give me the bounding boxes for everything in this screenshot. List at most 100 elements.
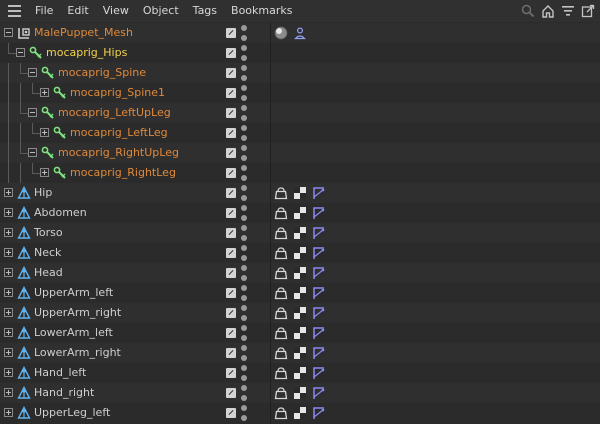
object-name[interactable]: mocaprig_RightUpLeg — [58, 143, 179, 163]
layer-toggle-icon[interactable] — [226, 328, 236, 338]
layer-toggle-icon[interactable] — [226, 268, 236, 278]
tree-row-name-area[interactable]: mocaprig_RightUpLeg — [0, 143, 270, 163]
layer-toggle-icon[interactable] — [226, 68, 236, 78]
tree-row-name-area[interactable]: Head — [0, 263, 270, 283]
collapse-minus-icon[interactable] — [28, 108, 37, 117]
ik-tag-icon[interactable] — [312, 406, 326, 420]
expand-plus-icon[interactable] — [4, 388, 13, 397]
expand-plus-icon[interactable] — [4, 368, 13, 377]
layer-toggle-icon[interactable] — [226, 28, 236, 38]
ik-tag-icon[interactable] — [312, 186, 326, 200]
tree-row-name-area[interactable]: mocaprig_RightLeg — [0, 163, 270, 183]
tree-row-name-area[interactable]: UpperArm_right — [0, 303, 270, 323]
object-name[interactable]: mocaprig_Spine1 — [70, 83, 165, 103]
tree-row-name-area[interactable]: UpperLeg_left — [0, 403, 270, 423]
expand-plus-icon[interactable] — [4, 348, 13, 357]
ik-tag-icon[interactable] — [312, 286, 326, 300]
tree-row[interactable]: Neck — [0, 243, 600, 263]
visibility-dots-icon[interactable] — [241, 165, 247, 181]
checker-tag-icon[interactable] — [293, 206, 307, 220]
object-name[interactable]: Head — [34, 263, 63, 283]
visibility-dots-icon[interactable] — [241, 25, 247, 41]
visibility-dots-icon[interactable] — [241, 285, 247, 301]
tree-row-name-area[interactable]: Hand_left — [0, 363, 270, 383]
ik-tag-icon[interactable] — [312, 206, 326, 220]
checker-tag-icon[interactable] — [293, 386, 307, 400]
expand-plus-icon[interactable] — [4, 328, 13, 337]
tree-row[interactable]: MalePuppet_Mesh — [0, 23, 600, 43]
weight-tag-icon[interactable] — [274, 366, 288, 380]
object-name[interactable]: Hip — [34, 183, 52, 203]
object-name[interactable]: LowerArm_left — [34, 323, 113, 343]
checker-tag-icon[interactable] — [293, 286, 307, 300]
tree-row-name-area[interactable]: UpperArm_left — [0, 283, 270, 303]
object-name[interactable]: Abdomen — [34, 203, 87, 223]
visibility-dots-icon[interactable] — [241, 105, 247, 121]
tree-row[interactable]: Torso — [0, 223, 600, 243]
object-name[interactable]: LowerArm_right — [34, 343, 121, 363]
tree-row-name-area[interactable]: mocaprig_LeftUpLeg — [0, 103, 270, 123]
expand-plus-icon[interactable] — [4, 248, 13, 257]
new-window-icon[interactable] — [580, 3, 596, 19]
material-ball-icon[interactable] — [274, 26, 288, 40]
checker-tag-icon[interactable] — [293, 266, 307, 280]
visibility-dots-icon[interactable] — [241, 65, 247, 81]
tree-row[interactable]: LowerArm_right — [0, 343, 600, 363]
weight-tag-icon[interactable] — [274, 346, 288, 360]
tree-row[interactable]: UpperLeg_left — [0, 403, 600, 423]
tree-row-name-area[interactable]: LowerArm_left — [0, 323, 270, 343]
expand-plus-icon[interactable] — [4, 408, 13, 417]
weight-tag-icon[interactable] — [274, 226, 288, 240]
tree-row[interactable]: mocaprig_Hips — [0, 43, 600, 63]
layer-toggle-icon[interactable] — [226, 248, 236, 258]
checker-tag-icon[interactable] — [293, 226, 307, 240]
object-name[interactable]: UpperLeg_left — [34, 403, 110, 423]
tree-row[interactable]: Head — [0, 263, 600, 283]
visibility-dots-icon[interactable] — [241, 145, 247, 161]
tree-row[interactable]: Hip — [0, 183, 600, 203]
ik-tag-icon[interactable] — [312, 326, 326, 340]
tree-row-name-area[interactable]: mocaprig_LeftLeg — [0, 123, 270, 143]
visibility-dots-icon[interactable] — [241, 125, 247, 141]
tree-row-name-area[interactable]: MalePuppet_Mesh — [0, 23, 270, 43]
checker-tag-icon[interactable] — [293, 346, 307, 360]
layer-toggle-icon[interactable] — [226, 228, 236, 238]
visibility-dots-icon[interactable] — [241, 265, 247, 281]
collapse-minus-icon[interactable] — [28, 68, 37, 77]
visibility-dots-icon[interactable] — [241, 405, 247, 421]
tree-row-name-area[interactable]: mocaprig_Spine — [0, 63, 270, 83]
checker-tag-icon[interactable] — [293, 406, 307, 420]
tree-row[interactable]: Hand_right — [0, 383, 600, 403]
ik-tag-icon[interactable] — [312, 386, 326, 400]
menu-file[interactable]: File — [28, 0, 60, 22]
visibility-dots-icon[interactable] — [241, 205, 247, 221]
hamburger-menu-icon[interactable] — [0, 0, 28, 22]
checker-tag-icon[interactable] — [293, 186, 307, 200]
tree-row[interactable]: LowerArm_left — [0, 323, 600, 343]
visibility-dots-icon[interactable] — [241, 185, 247, 201]
object-name[interactable]: mocaprig_RightLeg — [70, 163, 176, 183]
ik-tag-icon[interactable] — [312, 306, 326, 320]
menu-view[interactable]: View — [96, 0, 136, 22]
weight-tag-icon[interactable] — [274, 286, 288, 300]
visibility-dots-icon[interactable] — [241, 245, 247, 261]
layer-toggle-icon[interactable] — [226, 168, 236, 178]
tree-row-name-area[interactable]: Neck — [0, 243, 270, 263]
person-tag-icon[interactable] — [293, 26, 307, 40]
layer-toggle-icon[interactable] — [226, 288, 236, 298]
tree-row[interactable]: Abdomen — [0, 203, 600, 223]
tree-row[interactable]: mocaprig_Spine1 — [0, 83, 600, 103]
visibility-dots-icon[interactable] — [241, 365, 247, 381]
object-name[interactable]: mocaprig_LeftLeg — [70, 123, 168, 143]
layer-toggle-icon[interactable] — [226, 308, 236, 318]
object-name[interactable]: MalePuppet_Mesh — [34, 23, 133, 43]
expand-plus-icon[interactable] — [4, 308, 13, 317]
visibility-dots-icon[interactable] — [241, 225, 247, 241]
checker-tag-icon[interactable] — [293, 306, 307, 320]
expand-plus-icon[interactable] — [4, 288, 13, 297]
collapse-minus-icon[interactable] — [16, 48, 25, 57]
layer-toggle-icon[interactable] — [226, 408, 236, 418]
collapse-minus-icon[interactable] — [28, 148, 37, 157]
visibility-dots-icon[interactable] — [241, 85, 247, 101]
object-name[interactable]: UpperArm_left — [34, 283, 113, 303]
